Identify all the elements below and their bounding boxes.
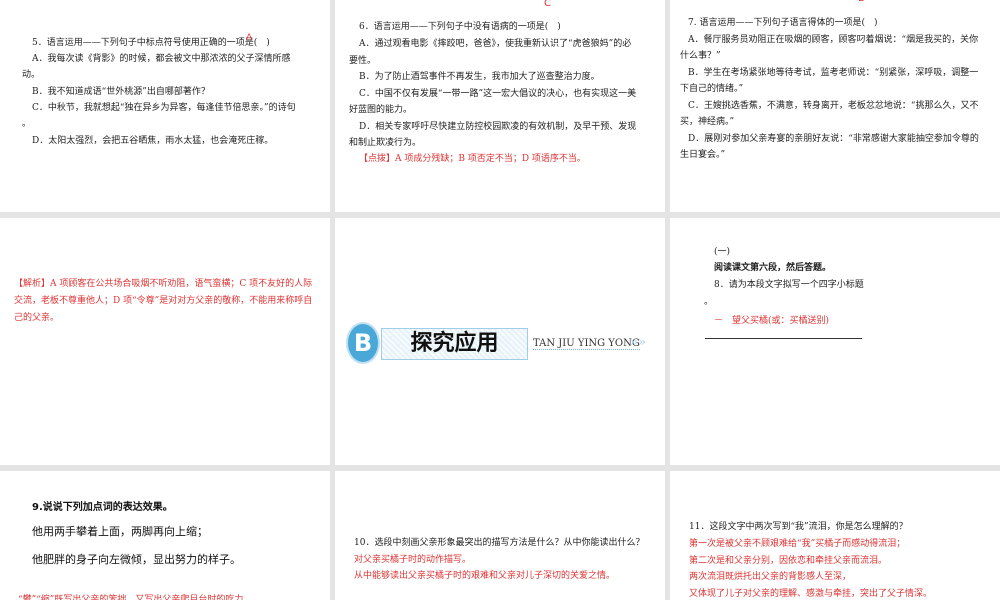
answer-underline (705, 338, 862, 339)
option: C．中秋节，我就想起“独在异乡为异客，每逢佳节倍思亲。”的诗句 (32, 103, 296, 113)
answer-mark: A (246, 33, 253, 43)
quoted-line: 他用两手攀着上面，两脚再向上缩； (32, 525, 208, 538)
question-9: 9.说说下列加点词的表达效果。 (32, 502, 173, 513)
period: 。 (704, 297, 714, 307)
section-badge: B (346, 322, 380, 364)
answer-line: 从中能够读出父亲买橘子时的艰难和父亲对儿子深切的关爱之情。 (354, 571, 616, 581)
analysis-line: 交流，老板不尊重他人；D 项“令尊”是对对方父亲的敬称，不能用来称呼自 (14, 296, 313, 306)
slide-section-title[interactable]: B 探究应用 TAN JIU YING YONG »» (335, 218, 665, 465)
option: C．王嫂挑选香蕉，不满意，转身离开，老板忿忿地说：“挑那么久，又不 (688, 101, 979, 111)
section-pinyin: TAN JIU YING YONG (533, 338, 640, 350)
option: A．我每次读《背影》的时候，都会被文中那浓浓的父子深情所感 (32, 54, 291, 64)
section-number: (一) (714, 247, 731, 257)
question-6: 6．语言运用——下列句子中没有语病的一项是( ) (359, 22, 561, 32)
option: 。 (22, 119, 32, 129)
option: B．我不知道成语“世外桃源”出自哪部著作？ (32, 87, 210, 97)
option: C．中国不仅有发展“一带一路”这一宏大倡议的决心，也有实现这一美 (359, 89, 637, 99)
section-title: 探究应用 (410, 331, 499, 356)
quoted-line: 他肥胖的身子向左微倾，显出努力的样子。 (32, 553, 241, 566)
question-7: 7. 语言运用——下列句子语言得体的一项是( ) (688, 18, 878, 28)
analysis-line: 【解析】A 项顾客在公共场合吸烟不听劝阻，语气蛮横；C 项不友好的人际 (14, 279, 313, 289)
badge-letter: B (353, 329, 373, 357)
option: 买，神经病。” (680, 117, 735, 127)
option: D．相关专家呼吁尽快建立防控校园欺凌的有效机制，及早干预、发现 (359, 122, 637, 132)
option: 好蓝图的能力。 (349, 105, 413, 115)
analysis-line: 己的父亲。 (14, 313, 60, 323)
slide-8[interactable]: (一) 阅读课文第六段，然后答题。 8．请为本段文字拟写一个四字小标题 。 － … (670, 218, 1000, 465)
answer-line: 对父亲买橘子时的动作描写。 (354, 555, 472, 565)
answer-line: 又体现了儿子对父亲的理解、感激与牵挂，突出了父子情深。 (689, 589, 933, 599)
slide-5[interactable]: 5．语言运用——下列句子中标点符号使用正确的一项是( ) A A．我每次读《背影… (0, 0, 330, 212)
answer-8: － 望父买橘(或：买橘送别) (714, 316, 830, 326)
option: 下自己的情绪。” (680, 84, 744, 94)
slide-analysis-7[interactable]: 【解析】A 项顾客在公共场合吸烟不听劝阻，语气蛮横；C 项不友好的人际 交流，老… (0, 218, 330, 465)
arrow-chevrons-icon: »» (630, 335, 646, 350)
option: D．展刚对参加父亲寿宴的亲朋好友说：“非常感谢大家能抽空参加令尊的 (688, 134, 979, 144)
analysis-9: “攀”“缩”既写出父亲的笨拙，又写出父亲爬月台时的吃力 (18, 595, 244, 600)
option: 生日宴会。” (680, 150, 726, 160)
answer-mark: C (544, 0, 551, 9)
slide-9[interactable]: 9.说说下列加点词的表达效果。 他用两手攀着上面，两脚再向上缩； 他肥胖的身子向… (0, 471, 330, 600)
option: 和制止欺凌行为。 (349, 138, 422, 148)
instruction: 阅读课文第六段，然后答题。 (714, 263, 832, 273)
question-10: 10．选段中刻画父亲形象最突出的描写方法是什么？从中你能读出什么？ (354, 538, 645, 548)
option: D．太阳太强烈，会把五谷晒焦，雨水太猛，也会淹死庄稼。 (32, 136, 274, 146)
hint: 【点拨】A 项成分残缺；B 项否定不当；D 项语序不当。 (359, 154, 586, 164)
slide-7[interactable]: B 7. 语言运用——下列句子语言得体的一项是( ) A．餐厅服务员劝阻正在吸烟… (670, 0, 1000, 212)
slide-11[interactable]: 11．这段文字中两次写到“我”流泪，你是怎么理解的？ 第一次是被父亲不顾艰难给“… (670, 471, 1000, 600)
option: B．学生在考场紧张地等待考试，监考老师说：“别紧张，深呼吸，调整一 (688, 68, 979, 78)
option: 动。 (22, 70, 41, 80)
question-8: 8．请为本段文字拟写一个四字小标题 (714, 280, 864, 290)
slide-6[interactable]: C 6．语言运用——下列句子中没有语病的一项是( ) A．通过观看电影《摔跤吧，… (335, 0, 665, 212)
answer-line: 两次流泪既烘托出父亲的背影感人至深， (689, 572, 852, 582)
question-11: 11．这段文字中两次写到“我”流泪，你是怎么理解的？ (689, 522, 908, 532)
answer-line: 第二次是和父亲分别，因依恋和牵挂父亲而流泪。 (689, 556, 888, 566)
slide-10[interactable]: 10．选段中刻画父亲形象最突出的描写方法是什么？从中你能读出什么？ 对父亲买橘子… (335, 471, 665, 600)
answer-mark: B (858, 0, 865, 4)
option: 要性。 (349, 56, 377, 66)
option: A．通过观看电影《摔跤吧，爸爸》，使我重新认识了“虎爸狼妈”的必 (359, 39, 632, 49)
section-title-box: 探究应用 (381, 328, 528, 360)
answer-line: 第一次是被父亲不顾艰难给“我”买橘子而感动得流泪； (689, 539, 906, 549)
option: B．为了防止酒驾事件不再发生，我市加大了巡查整治力度。 (359, 72, 600, 82)
option: A．餐厅服务员劝阻正在吸烟的顾客，顾客叼着烟说：“烟是我买的，关你 (688, 35, 979, 45)
question-5: 5．语言运用——下列句子中标点符号使用正确的一项是( ) (32, 38, 270, 48)
option: 什么事？” (680, 51, 721, 61)
